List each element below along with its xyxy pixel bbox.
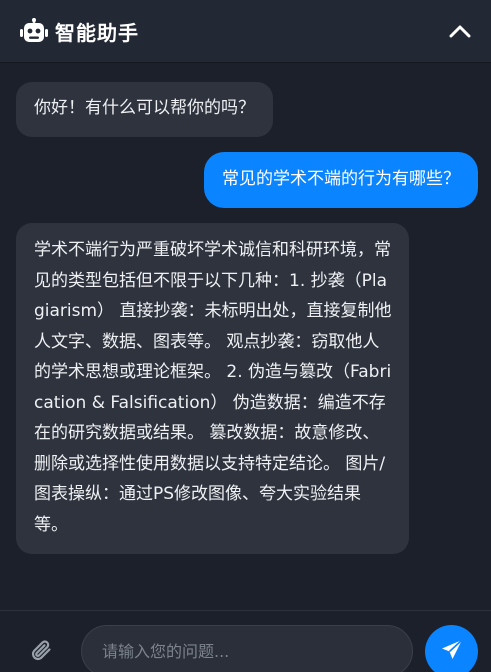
chevron-up-icon[interactable] bbox=[447, 18, 473, 44]
robot-icon bbox=[20, 17, 48, 45]
assistant-message: 学术不端行为严重破坏学术诚信和科研环境，常见的类型包括但不限于以下几种：1. 抄… bbox=[16, 223, 409, 554]
paperclip-icon[interactable] bbox=[28, 637, 54, 663]
assistant-message: 你好！有什么可以帮你的吗？ bbox=[16, 82, 273, 137]
chat-header: 智能助手 bbox=[0, 0, 491, 62]
chat-title: 智能助手 bbox=[55, 20, 139, 45]
user-message: 常见的学术不端的行为有哪些？ bbox=[204, 152, 478, 208]
message-input[interactable] bbox=[81, 625, 413, 672]
send-button[interactable] bbox=[425, 625, 478, 672]
chat-window: 智能助手 你好！有什么可以帮你的吗？ 常见的学术不端的行为有哪些？ 学术不端行为… bbox=[0, 0, 491, 672]
composer-bar bbox=[0, 610, 491, 672]
message-list: 你好！有什么可以帮你的吗？ 常见的学术不端的行为有哪些？ 学术不端行为严重破坏学… bbox=[0, 62, 491, 610]
send-icon bbox=[440, 638, 464, 666]
